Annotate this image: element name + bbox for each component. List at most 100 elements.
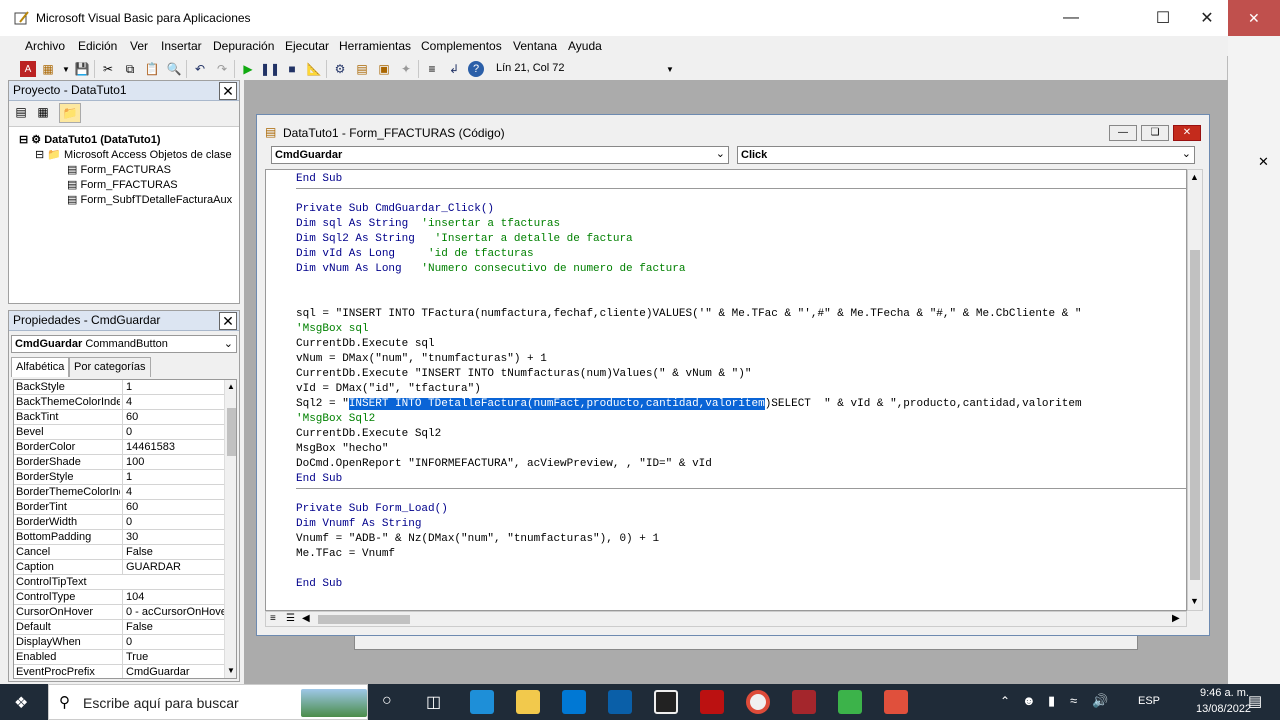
task-view-icon[interactable]: ◫	[426, 692, 441, 712]
procedure-view-icon[interactable]: ≡	[270, 613, 276, 624]
property-row[interactable]: BorderShade 100	[14, 455, 224, 470]
volume-icon[interactable]: 🔊	[1092, 693, 1108, 709]
property-value[interactable]: 30	[122, 530, 224, 544]
cortana-icon[interactable]: ○	[382, 692, 392, 710]
property-value[interactable]: 14461583	[122, 440, 224, 454]
property-value[interactable]: 4	[122, 485, 224, 499]
close-button[interactable]: ✕	[1184, 0, 1230, 36]
properties-window-icon[interactable]: ▤	[354, 61, 370, 77]
code-editor[interactable]: End Sub Private Sub CmdGuardar_Click() D…	[265, 169, 1187, 611]
menu-ayuda[interactable]: Ayuda	[568, 39, 602, 53]
close-icon[interactable]: ✕	[1248, 10, 1260, 27]
edge-icon[interactable]	[470, 690, 494, 714]
tree-item[interactable]: ▤ Form_SubfTDetalleFacturaAux	[67, 193, 232, 206]
property-value[interactable]: 60	[122, 500, 224, 514]
code-title-bar[interactable]: ▤ DataTuto1 - Form_FFACTURAS (Código) — …	[257, 115, 1209, 149]
mail-icon[interactable]	[608, 690, 632, 714]
property-value[interactable]: 0	[122, 635, 224, 649]
menu-complementos[interactable]: Complementos	[421, 39, 502, 53]
file-explorer-icon[interactable]	[516, 690, 540, 714]
property-scrollbar[interactable]: ▲ ▼	[224, 380, 236, 678]
menu-herramientas[interactable]: Herramientas	[339, 39, 411, 53]
maximize-button[interactable]: ☐	[1140, 0, 1186, 36]
scroll-thumb[interactable]	[227, 408, 236, 456]
property-row[interactable]: ControlTipText	[14, 575, 224, 590]
clock-time[interactable]: 9:46 a. m.	[1200, 687, 1249, 699]
chevron-up-icon[interactable]: ⌃	[1000, 694, 1010, 708]
help-icon[interactable]: ?	[468, 61, 484, 77]
property-row[interactable]: BackStyle 1	[14, 380, 224, 395]
code-restore-button[interactable]: ❏	[1141, 125, 1169, 141]
menu-depuracion[interactable]: Depuración	[213, 39, 274, 53]
menu-ver[interactable]: Ver	[130, 39, 148, 53]
view-access-icon[interactable]: A	[20, 61, 36, 77]
property-row[interactable]: ControlType 104	[14, 590, 224, 605]
chevron-down-icon[interactable]: ▼	[227, 666, 235, 675]
property-value[interactable]: CmdGuardar	[122, 665, 224, 678]
windows-start-icon[interactable]: ❖	[14, 693, 28, 713]
camtasia-recorder-icon[interactable]	[884, 690, 908, 714]
chevron-down-icon[interactable]: ▼	[1190, 596, 1199, 606]
tree-item[interactable]: ▤ Form_FFACTURAS	[67, 178, 178, 191]
property-value[interactable]: False	[122, 545, 224, 559]
object-select[interactable]: CmdGuardar CommandButton ⌄	[11, 335, 237, 353]
object-browser-icon[interactable]: ▣	[376, 61, 392, 77]
property-row[interactable]: BorderWidth 0	[14, 515, 224, 530]
tree-folder[interactable]: ⊟ 📁 Microsoft Access Objetos de clase	[35, 148, 232, 161]
chevron-left-icon[interactable]: ◀	[302, 613, 310, 624]
property-row[interactable]: BackTint 60	[14, 410, 224, 425]
undo-icon[interactable]: ↶	[192, 61, 208, 77]
property-row[interactable]: DisplayWhen 0	[14, 635, 224, 650]
menu-edicion[interactable]: Edición	[78, 39, 117, 53]
close-icon[interactable]: ✕	[219, 312, 237, 330]
run-icon[interactable]: ▶	[240, 61, 256, 77]
property-row[interactable]: Cancel False	[14, 545, 224, 560]
property-value[interactable]: 104	[122, 590, 224, 604]
property-row[interactable]: Enabled True	[14, 650, 224, 665]
object-combo[interactable]: CmdGuardar ⌄	[271, 146, 729, 164]
procedure-combo[interactable]: Click ⌄	[737, 146, 1195, 164]
pause-icon[interactable]: ❚❚	[260, 61, 280, 77]
property-value[interactable]: 100	[122, 455, 224, 469]
chevron-right-icon[interactable]: ▶	[1172, 613, 1180, 624]
network-icon[interactable]: ≈	[1070, 693, 1077, 708]
chevron-up-icon[interactable]: ▲	[227, 382, 235, 391]
toolbox-icon[interactable]: ✦	[398, 61, 414, 77]
property-value[interactable]: 1	[122, 470, 224, 484]
paste-icon[interactable]: 📋	[144, 61, 160, 77]
property-value[interactable]: False	[122, 620, 224, 634]
property-row[interactable]: BorderThemeColorInde 4	[14, 485, 224, 500]
scroll-thumb[interactable]	[1190, 250, 1200, 580]
store-icon[interactable]	[562, 690, 586, 714]
property-row[interactable]: BorderStyle 1	[14, 470, 224, 485]
property-value[interactable]: GUARDAR	[122, 560, 224, 574]
property-row[interactable]: BorderColor 14461583	[14, 440, 224, 455]
clock-date[interactable]: 13/08/2022	[1196, 703, 1251, 715]
close-icon[interactable]: ✕	[219, 82, 237, 100]
comment-block-icon[interactable]: ↲	[446, 61, 462, 77]
property-value[interactable]: 1	[122, 380, 224, 394]
view-object-icon[interactable]: ▦	[35, 104, 51, 120]
vertical-scrollbar[interactable]: ▲ ▼	[1187, 169, 1203, 611]
language-indicator[interactable]: ESP	[1138, 695, 1160, 707]
property-row[interactable]: BorderTint 60	[14, 500, 224, 515]
notifications-icon[interactable]: ▤	[1248, 692, 1262, 710]
redo-icon[interactable]: ↷	[214, 61, 230, 77]
menu-insertar[interactable]: Insertar	[161, 39, 202, 53]
property-value[interactable]: 0	[122, 515, 224, 529]
property-value[interactable]: 60	[122, 410, 224, 424]
property-row[interactable]: Bevel 0	[14, 425, 224, 440]
project-explorer-icon[interactable]: ⚙	[332, 61, 348, 77]
insert-form-icon[interactable]: ▦	[40, 61, 56, 77]
code-close-button[interactable]: ✕	[1173, 125, 1201, 141]
app-icon[interactable]	[654, 690, 678, 714]
property-value[interactable]: True	[122, 650, 224, 664]
tab-por-categorias[interactable]: Por categorías	[69, 357, 151, 377]
property-value[interactable]: 0	[122, 425, 224, 439]
design-mode-icon[interactable]: 📐	[306, 61, 322, 77]
tree-item[interactable]: ▤ Form_FACTURAS	[67, 163, 171, 176]
chrome-icon[interactable]	[746, 690, 770, 714]
horizontal-scrollbar[interactable]: ≡ ☰ ◀ ▶	[265, 611, 1187, 627]
chevron-down-icon[interactable]: ▼	[58, 61, 74, 77]
camtasia-icon[interactable]	[838, 690, 862, 714]
